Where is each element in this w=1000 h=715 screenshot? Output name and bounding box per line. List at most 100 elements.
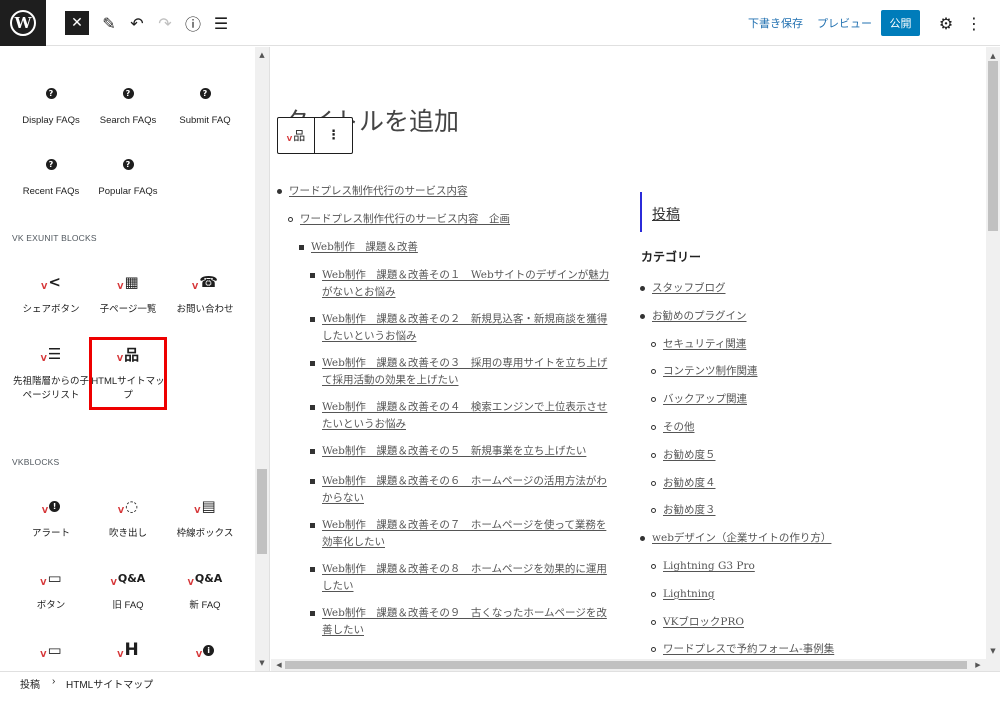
sitemap-page-link[interactable]: Web制作 課題＆改善その９ 古くなったホームページを改善したい xyxy=(322,607,607,636)
category-item: お勧めのプラグイン xyxy=(640,308,747,325)
sitemap-page-link[interactable]: Web制作 課題＆改善その５ 新規事業を立ち上げたい xyxy=(322,445,586,457)
category-link[interactable]: VKブロックPRO xyxy=(663,616,744,628)
block-share-button[interactable]: V < シェアボタン xyxy=(13,271,89,317)
sitemap-page-link[interactable]: ワードプレス制作代行のサービス内容 xyxy=(289,185,468,197)
category-link[interactable]: セキュリティ関連 xyxy=(663,338,746,350)
block-recent-faqs[interactable]: ? Recent FAQs xyxy=(13,153,89,199)
category-link[interactable]: お勧め度５ xyxy=(663,449,716,461)
category-link[interactable]: お勧め度３ xyxy=(663,504,716,516)
close-icon: ✕ xyxy=(71,15,83,31)
block-ancestor-page-list[interactable]: V ☰ 先祖階層からの子ページリスト xyxy=(13,343,89,403)
scroll-down-arrow-icon[interactable]: ▼ xyxy=(986,645,1000,657)
pencil-icon: ✎ xyxy=(102,13,116,33)
block-search-faqs[interactable]: ? Search FAQs xyxy=(90,82,166,128)
category-link[interactable]: お勧めのプラグイン xyxy=(652,310,747,322)
category-item: コンテンツ制作関連 xyxy=(651,363,758,380)
faq-icon: Q&A xyxy=(117,571,146,585)
vk-badge-icon: V xyxy=(117,505,125,515)
category-link[interactable]: ワードプレスで予約フォーム-事例集 xyxy=(663,643,834,655)
category-link[interactable]: webデザイン（企業サイトの作り方） xyxy=(652,532,831,544)
close-inserter-button[interactable]: ✕ xyxy=(65,11,89,35)
block-display-faqs[interactable]: ? Display FAQs xyxy=(13,82,89,128)
sidebar-scrollbar[interactable]: ▲ ▼ xyxy=(255,47,269,671)
redo-button[interactable]: ↷ xyxy=(153,11,177,35)
block-faq-old[interactable]: V Q&A 旧 FAQ xyxy=(90,567,166,613)
block-border-box[interactable]: V ▤ 枠線ボックス xyxy=(167,495,243,541)
settings-button[interactable]: ⚙ xyxy=(934,11,958,35)
block-type-button[interactable]: V品 xyxy=(278,118,315,153)
breadcrumb-item-html-sitemap[interactable]: HTMLサイトマップ xyxy=(66,676,153,691)
block-alert[interactable]: V! アラート xyxy=(13,495,89,541)
block-balloon[interactable]: V ◌ 吹き出し xyxy=(90,495,166,541)
list-bullet-icon xyxy=(310,405,315,410)
block-info[interactable]: Vi xyxy=(167,639,243,661)
sitemap-page-item: Web制作 課題＆改善その４ 検索エンジンで上位表示させたいというお悩み xyxy=(310,399,613,433)
sitemap-page-item: Web制作 課題＆改善その２ 新規見込客・新規商談を獲得したいというお悩み xyxy=(310,311,613,345)
breadcrumb-item-post[interactable]: 投稿 xyxy=(20,676,40,691)
save-draft-button[interactable]: 下書き保存 xyxy=(748,15,803,31)
vk-badge-icon: V xyxy=(194,505,201,515)
canvas-vertical-scrollbar[interactable]: ▲ ▼ xyxy=(986,47,1000,659)
question-circle-icon: ? xyxy=(122,158,134,170)
options-button[interactable]: ⋮ xyxy=(962,11,986,35)
sitemap-page-link[interactable]: Web制作 課題＆改善その６ ホームページの活用方法がわからない xyxy=(322,475,607,504)
wordpress-logo-button[interactable]: W xyxy=(0,0,46,46)
canvas-horizontal-scrollbar[interactable]: ◀ ▶ xyxy=(271,659,1000,671)
list-bullet-icon xyxy=(310,361,315,366)
preview-button[interactable]: プレビュー xyxy=(817,15,872,31)
list-bullet-icon xyxy=(299,245,304,250)
category-item: ワードプレスで予約フォーム-事例集 xyxy=(651,641,834,658)
block-contact[interactable]: V ☎ お問い合わせ xyxy=(167,271,243,317)
category-link[interactable]: お勧め度４ xyxy=(663,477,716,489)
block-submit-faq[interactable]: ? Submit FAQ xyxy=(167,82,243,128)
list-bullet-icon xyxy=(640,313,645,319)
sitemap-page-link[interactable]: Web制作 課題＆改善 xyxy=(311,241,418,253)
block-dropdown[interactable]: V ▭ xyxy=(13,639,89,661)
alert-icon: ! xyxy=(49,500,61,512)
sitemap-page-link[interactable]: Web制作 課題＆改善その２ 新規見込客・新規商談を獲得したいというお悩み xyxy=(322,313,607,342)
list-bullet-icon xyxy=(640,286,645,291)
block-button[interactable]: V ▭ ボタン xyxy=(13,567,89,613)
list-bullet-icon xyxy=(310,449,315,454)
category-heading: カテゴリー xyxy=(641,250,702,264)
block-child-page-list[interactable]: V ▦ 子ページ一覧 xyxy=(90,271,166,317)
block-options-button[interactable]: ⋮ xyxy=(315,118,352,153)
sitemap-page-link[interactable]: Web制作 課題＆改善その１ Webサイトのデザインが魅力がないとお悩み xyxy=(322,269,609,298)
category-link[interactable]: その他 xyxy=(663,421,695,433)
block-popular-faqs[interactable]: ? Popular FAQs xyxy=(90,153,166,199)
block-faq-new[interactable]: V Q&A 新 FAQ xyxy=(167,567,243,613)
scrollbar-thumb[interactable] xyxy=(285,661,967,669)
category-link[interactable]: Lightning G3 Pro xyxy=(663,560,755,572)
sitemap-page-link[interactable]: Web制作 課題＆改善その３ 採用の専用サイトを立ち上げて採用活動の効果を上げた… xyxy=(322,357,607,386)
vk-badge-icon: V xyxy=(41,281,48,291)
category-link[interactable]: コンテンツ制作関連 xyxy=(663,365,758,377)
scroll-down-arrow-icon[interactable]: ▼ xyxy=(255,657,269,669)
border-box-icon: ▤ xyxy=(201,497,216,515)
category-link[interactable]: スタッフブログ xyxy=(652,282,726,294)
category-link[interactable]: Lightning xyxy=(663,588,715,600)
scrollbar-thumb[interactable] xyxy=(257,469,267,554)
publish-button[interactable]: 公開 xyxy=(881,10,920,36)
tools-button[interactable]: ✎ xyxy=(97,11,121,35)
category-item: バックアップ関連 xyxy=(651,391,747,408)
block-heading[interactable]: VH xyxy=(90,639,166,661)
undo-button[interactable]: ↶ xyxy=(125,11,149,35)
category-item: スタッフブログ xyxy=(640,280,726,297)
sitemap-page-link[interactable]: Web制作 課題＆改善その８ ホームページを効果的に運用したい xyxy=(322,563,607,592)
sitemap-page-link[interactable]: ワードプレス制作代行のサービス内容 企画 xyxy=(300,213,510,225)
list-view-button[interactable]: ☰ xyxy=(209,11,233,35)
list-bullet-icon xyxy=(651,508,656,514)
sitemap-page-link[interactable]: Web制作 課題＆改善その７ ホームページを使って業務を効率化したい xyxy=(322,519,606,548)
scroll-right-arrow-icon[interactable]: ▶ xyxy=(972,659,984,671)
category-link[interactable]: バックアップ関連 xyxy=(663,393,747,405)
posts-heading[interactable]: 投稿 xyxy=(640,192,680,232)
sitemap-page-item: Web制作 課題＆改善その９ 古くなったホームページを改善したい xyxy=(310,605,613,639)
scroll-left-arrow-icon[interactable]: ◀ xyxy=(273,659,285,671)
details-button[interactable]: ⓘ xyxy=(181,11,205,35)
scrollbar-thumb[interactable] xyxy=(988,61,998,231)
phone-icon: ☎ xyxy=(199,273,218,291)
sitemap-page-link[interactable]: Web制作 課題＆改善その４ 検索エンジンで上位表示させたいというお悩み xyxy=(322,401,607,430)
info-icon: ⓘ xyxy=(184,15,201,34)
block-toolbar: V品 ⋮ xyxy=(277,117,353,154)
scroll-up-arrow-icon[interactable]: ▲ xyxy=(255,49,269,61)
